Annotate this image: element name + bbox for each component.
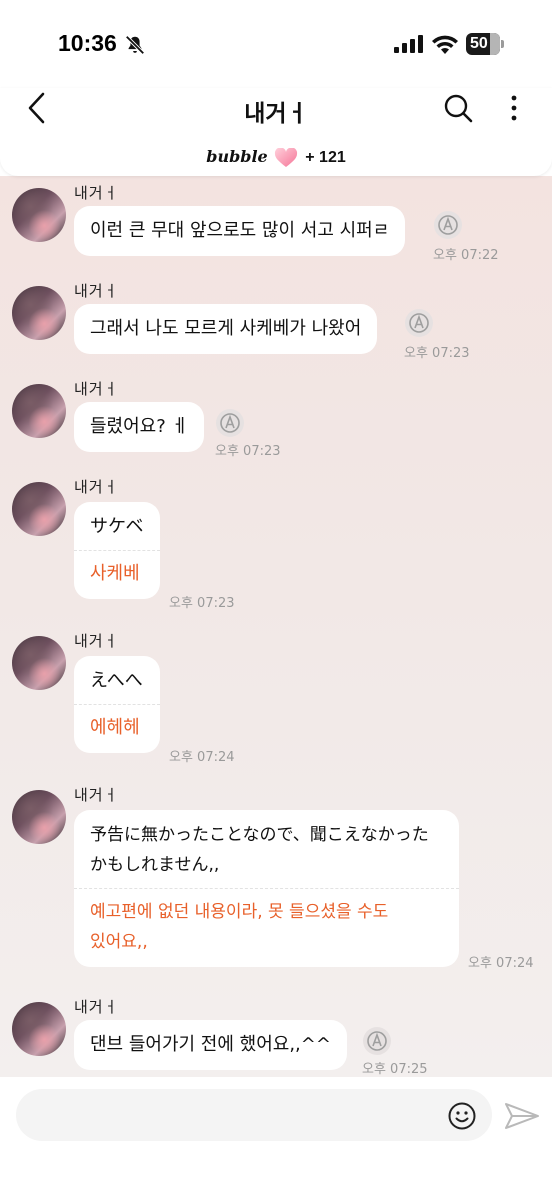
message-bubble[interactable]: 그래서 나도 모르게 사케베가 나왔어 (74, 304, 378, 354)
bubble-count: + 121 (305, 149, 346, 166)
original-text: えへへ (90, 670, 143, 691)
battery-icon: 50 (466, 33, 500, 55)
heart-icon (275, 147, 298, 167)
more-vertical-icon[interactable] (500, 92, 528, 124)
send-icon[interactable] (504, 1101, 540, 1131)
translated-message-bubble[interactable]: サケベ 사케베 (74, 502, 160, 599)
translated-text: 사케베 (74, 550, 160, 599)
translated-text: 예고편에 없던 내용이라, 못 들으셨을 수도 있어요,, (74, 888, 459, 967)
message-input[interactable] (16, 1089, 492, 1141)
message-text: 이런 큰 무대 앞으로도 많이 서고 시퍼ㄹ (90, 220, 390, 241)
sender-name: 내거ㅓ (74, 632, 119, 650)
battery-level: 50 (470, 35, 488, 52)
status-bar: 10:36 50 (0, 0, 552, 88)
battery-cap (501, 40, 504, 48)
translate-icon[interactable] (433, 210, 463, 240)
message-text: 그래서 나도 모르게 사케베가 나왔어 (90, 318, 362, 339)
avatar[interactable] (12, 636, 66, 690)
sender-name: 내거ㅓ (74, 282, 119, 300)
translated-line: 예고편에 없던 내용이라, 못 들으셨을 수도 (90, 902, 389, 922)
message-time: 오후 07:25 (362, 1062, 428, 1077)
message-bubble[interactable]: 이런 큰 무대 앞으로도 많이 서고 시퍼ㄹ (74, 206, 406, 256)
translate-icon[interactable] (362, 1026, 392, 1056)
translated-line: 있어요,, (90, 932, 148, 952)
avatar[interactable] (12, 188, 66, 242)
sender-name: 내거ㅓ (74, 184, 119, 202)
smiley-icon[interactable] (447, 1101, 477, 1131)
avatar[interactable] (12, 286, 66, 340)
avatar[interactable] (12, 384, 66, 438)
bell-slash-icon (125, 35, 145, 55)
avatar[interactable] (12, 482, 66, 536)
message-text: 들렸어요? ㅔ (90, 416, 189, 437)
translated-message-bubble[interactable]: 予告に無かったことなので、聞こえなかった かもしれません,, 예고편에 없던 내… (74, 810, 459, 967)
translated-message-bubble[interactable]: えへへ 에헤헤 (74, 656, 160, 753)
message-time: 오후 07:24 (169, 750, 235, 765)
chat-area[interactable]: 내거ㅓ 이런 큰 무대 앞으로도 많이 서고 시퍼ㄹ 오후 07:22 내거ㅓ … (0, 176, 552, 1077)
chat-header: 내거ㅓ bubble + 121 (0, 88, 552, 176)
avatar[interactable] (12, 1002, 66, 1056)
message-text: 댄브 들어가기 전에 했어요,,^^ (90, 1034, 331, 1055)
message-time: 오후 07:23 (215, 444, 281, 459)
search-icon[interactable] (442, 92, 474, 124)
translate-icon[interactable] (215, 408, 245, 438)
sender-name: 내거ㅓ (74, 478, 119, 496)
message-time: 오후 07:23 (169, 596, 235, 611)
message-time: 오후 07:23 (404, 346, 470, 361)
bubble-brand: bubble (206, 147, 268, 166)
status-time: 10:36 (58, 30, 117, 56)
original-line: かもしれません,, (90, 855, 220, 875)
message-bubble[interactable]: 들렸어요? ㅔ (74, 402, 205, 452)
signal-icon (394, 35, 423, 53)
message-time: 오후 07:22 (433, 248, 499, 263)
sender-name: 내거ㅓ (74, 380, 119, 398)
message-time: 오후 07:24 (468, 956, 534, 971)
input-bar (0, 1077, 552, 1200)
wifi-icon (432, 35, 458, 54)
message-bubble[interactable]: 댄브 들어가기 전에 했어요,,^^ (74, 1020, 347, 1070)
sender-name: 내거ㅓ (74, 998, 119, 1016)
bubble-subscription-row[interactable]: bubble + 121 (0, 146, 552, 168)
avatar[interactable] (12, 790, 66, 844)
original-text: サケベ (90, 516, 144, 537)
translate-icon[interactable] (404, 308, 434, 338)
original-text: 予告に無かったことなので、聞こえなかった かもしれません,, (74, 810, 459, 888)
original-line: 予告に無かったことなので、聞こえなかった (90, 825, 429, 845)
sender-name: 내거ㅓ (74, 786, 119, 804)
translated-text: 에헤헤 (74, 704, 160, 753)
